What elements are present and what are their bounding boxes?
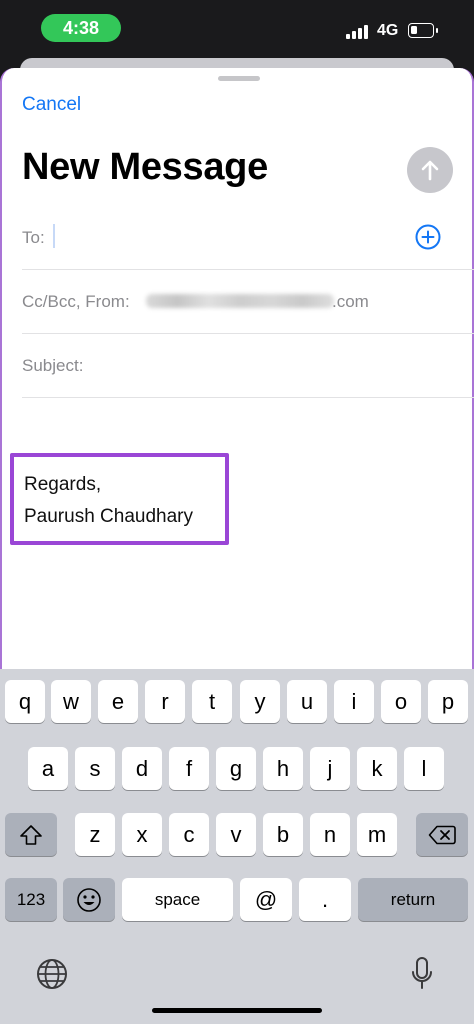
to-label: To:	[22, 228, 45, 247]
send-button[interactable]	[407, 147, 453, 193]
key-k[interactable]: k	[357, 747, 397, 790]
globe-icon[interactable]	[36, 958, 68, 990]
subject-label: Subject:	[22, 356, 84, 375]
shift-icon	[20, 824, 42, 845]
battery-icon	[408, 23, 438, 38]
email-domain: .com	[332, 292, 369, 311]
network-type: 4G	[377, 22, 399, 39]
signature-line: Regards,	[24, 474, 102, 495]
key-l[interactable]: l	[404, 747, 444, 790]
key-o[interactable]: o	[381, 680, 421, 723]
cc-bcc-from-field[interactable]: Cc/Bcc, From: .com	[22, 270, 474, 334]
return-key[interactable]: return	[358, 878, 468, 921]
period-key[interactable]: .	[299, 878, 351, 921]
key-t[interactable]: t	[192, 680, 232, 723]
delete-key[interactable]	[416, 813, 468, 856]
key-h[interactable]: h	[263, 747, 303, 790]
key-b[interactable]: b	[263, 813, 303, 856]
home-indicator[interactable]	[152, 1008, 322, 1013]
add-contact-icon[interactable]	[415, 224, 441, 250]
key-i[interactable]: i	[334, 680, 374, 723]
key-r[interactable]: r	[145, 680, 185, 723]
key-j[interactable]: j	[310, 747, 350, 790]
key-a[interactable]: a	[28, 747, 68, 790]
key-y[interactable]: y	[240, 680, 280, 723]
key-p[interactable]: p	[428, 680, 468, 723]
page-title: New Message	[22, 146, 268, 188]
microphone-icon[interactable]	[410, 956, 434, 992]
key-c[interactable]: c	[169, 813, 209, 856]
subject-field[interactable]: Subject:	[22, 334, 474, 398]
redacted-email	[146, 294, 334, 308]
sheet-grabber[interactable]	[218, 76, 260, 81]
key-f[interactable]: f	[169, 747, 209, 790]
key-e[interactable]: e	[98, 680, 138, 723]
cancel-button[interactable]: Cancel	[22, 94, 81, 116]
send-arrow-icon	[421, 160, 439, 181]
status-time[interactable]: 4:38	[41, 14, 121, 42]
cc-bcc-from-label: Cc/Bcc, From:	[22, 292, 130, 311]
key-n[interactable]: n	[310, 813, 350, 856]
battery-level	[411, 26, 417, 34]
key-d[interactable]: d	[122, 747, 162, 790]
signature-name: Paurush Chaudhary	[24, 506, 193, 527]
emoji-icon	[77, 887, 101, 912]
emoji-key[interactable]	[63, 878, 115, 921]
key-z[interactable]: z	[75, 813, 115, 856]
key-x[interactable]: x	[122, 813, 162, 856]
key-q[interactable]: q	[5, 680, 45, 723]
signal-strength-icon	[346, 25, 372, 39]
key-v[interactable]: v	[216, 813, 256, 856]
signature-highlight[interactable]: Regards, Paurush Chaudhary	[10, 453, 229, 545]
status-bar: 4:38 4G	[0, 0, 474, 62]
space-key[interactable]: space	[122, 878, 233, 921]
key-g[interactable]: g	[216, 747, 256, 790]
at-key[interactable]: @	[240, 878, 292, 921]
keyboard: q w e r t y u i o p a s d f g h j k l z …	[0, 669, 474, 1024]
shift-key[interactable]	[5, 813, 57, 856]
key-m[interactable]: m	[357, 813, 397, 856]
to-field[interactable]: To:	[22, 206, 474, 270]
delete-icon	[428, 825, 456, 844]
key-w[interactable]: w	[51, 680, 91, 723]
text-cursor	[53, 224, 55, 248]
key-s[interactable]: s	[75, 747, 115, 790]
key-u[interactable]: u	[287, 680, 327, 723]
numbers-key[interactable]: 123	[5, 878, 57, 921]
